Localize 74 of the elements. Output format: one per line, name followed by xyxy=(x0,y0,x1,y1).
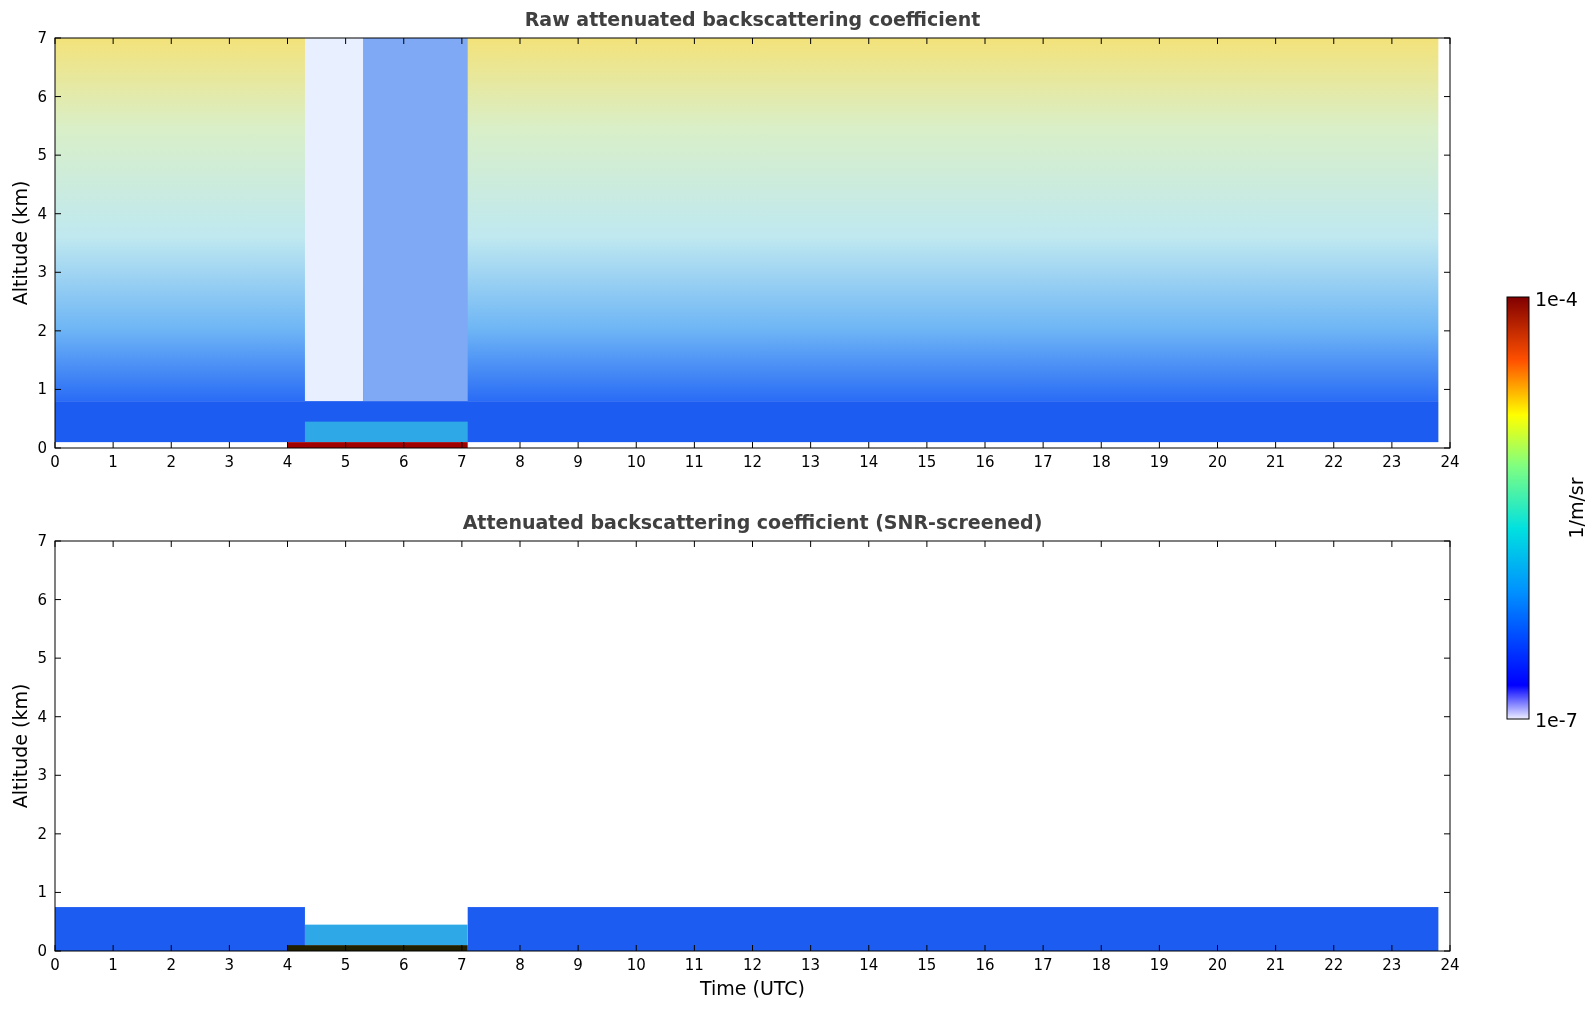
x-tick-label: 17 xyxy=(1033,453,1053,471)
y-tick-label: 7 xyxy=(37,532,47,550)
x-tick-label: 13 xyxy=(801,453,821,471)
x-tick-label: 7 xyxy=(457,453,467,471)
x-tick-label: 8 xyxy=(515,956,525,974)
x-tick-label: 7 xyxy=(457,956,467,974)
x-tick-label: 21 xyxy=(1266,453,1286,471)
x-tick-label: 5 xyxy=(340,956,351,974)
x-tick-label: 14 xyxy=(859,453,879,471)
x-tick-label: 17 xyxy=(1033,956,1053,974)
y-tick-label: 7 xyxy=(37,29,47,47)
x-tick-label: 20 xyxy=(1207,453,1228,471)
x-tick-label: 3 xyxy=(224,956,235,974)
y-tick-label: 6 xyxy=(37,590,47,609)
x-tick-label: 22 xyxy=(1324,453,1344,471)
x-tick-label: 23 xyxy=(1382,453,1402,471)
x-tick-label: 18 xyxy=(1091,453,1111,471)
y-tick-label: 6 xyxy=(37,87,47,106)
y-tick-label: 5 xyxy=(37,146,47,165)
y-tick-label: 2 xyxy=(37,824,47,843)
x-tick-label: 10 xyxy=(626,453,646,471)
colorbar-max-label: 1e-4 xyxy=(1535,288,1578,310)
y-tick-label: 3 xyxy=(37,263,47,282)
x-tick-label: 13 xyxy=(801,956,821,974)
x-tick-label: 6 xyxy=(399,956,409,974)
y-tick-label: 1 xyxy=(37,380,47,399)
x-tick-label: 19 xyxy=(1149,453,1169,471)
x-tick-label: 21 xyxy=(1266,956,1286,974)
x-tick-label: 0 xyxy=(50,956,60,974)
x-tick-label: 1 xyxy=(108,956,118,974)
plot-title: Attenuated backscattering coefficient (SNR-screened) xyxy=(462,511,1043,533)
x-tick-label: 9 xyxy=(573,956,583,974)
y-tick-label: 5 xyxy=(37,649,47,668)
x-tick-label: 2 xyxy=(166,453,176,471)
x-tick-label: 1 xyxy=(108,453,118,471)
x-tick-label: 4 xyxy=(282,453,293,471)
colorbar-min-label: 1e-7 xyxy=(1535,709,1578,731)
x-tick-label: 15 xyxy=(917,956,937,974)
x-tick-label: 9 xyxy=(573,453,583,471)
x-tick-label: 16 xyxy=(975,956,995,974)
y-tick-label: 4 xyxy=(37,204,47,223)
x-tick-label: 0 xyxy=(50,453,60,471)
plot-title: Raw attenuated backscattering coefficient xyxy=(524,8,981,30)
x-tick-label: 24 xyxy=(1440,453,1460,471)
y-tick-label: 1 xyxy=(37,883,47,902)
x-tick-label: 3 xyxy=(224,453,235,471)
x-tick-label: 12 xyxy=(742,453,763,471)
y-tick-label: 0 xyxy=(37,439,47,457)
y-tick-label: 0 xyxy=(37,942,47,960)
x-axis-label: Time (UTC) xyxy=(700,977,805,999)
x-tick-label: 16 xyxy=(975,453,995,471)
y-tick-label: 4 xyxy=(37,707,47,726)
x-tick-label: 5 xyxy=(340,453,351,471)
x-tick-label: 18 xyxy=(1091,956,1111,974)
x-tick-label: 12 xyxy=(742,956,763,974)
x-tick-label: 2 xyxy=(166,956,176,974)
colorbar-label: 1/m/sr xyxy=(1565,477,1587,539)
x-tick-label: 11 xyxy=(684,956,704,974)
x-tick-label: 6 xyxy=(399,453,409,471)
y-tick-label: 2 xyxy=(37,321,47,340)
x-tick-label: 15 xyxy=(917,453,937,471)
x-tick-label: 14 xyxy=(859,956,879,974)
x-tick-label: 23 xyxy=(1382,956,1402,974)
x-tick-label: 10 xyxy=(626,956,646,974)
y-axis-label: Altitude (km) xyxy=(9,683,31,809)
x-tick-label: 19 xyxy=(1149,956,1169,974)
y-axis-label: Altitude (km) xyxy=(9,180,31,306)
x-tick-label: 24 xyxy=(1440,956,1460,974)
x-tick-label: 4 xyxy=(282,956,293,974)
x-tick-label: 8 xyxy=(515,453,525,471)
x-tick-label: 11 xyxy=(684,453,704,471)
y-tick-label: 3 xyxy=(37,766,47,785)
x-tick-label: 20 xyxy=(1207,956,1228,974)
x-tick-label: 22 xyxy=(1324,956,1344,974)
